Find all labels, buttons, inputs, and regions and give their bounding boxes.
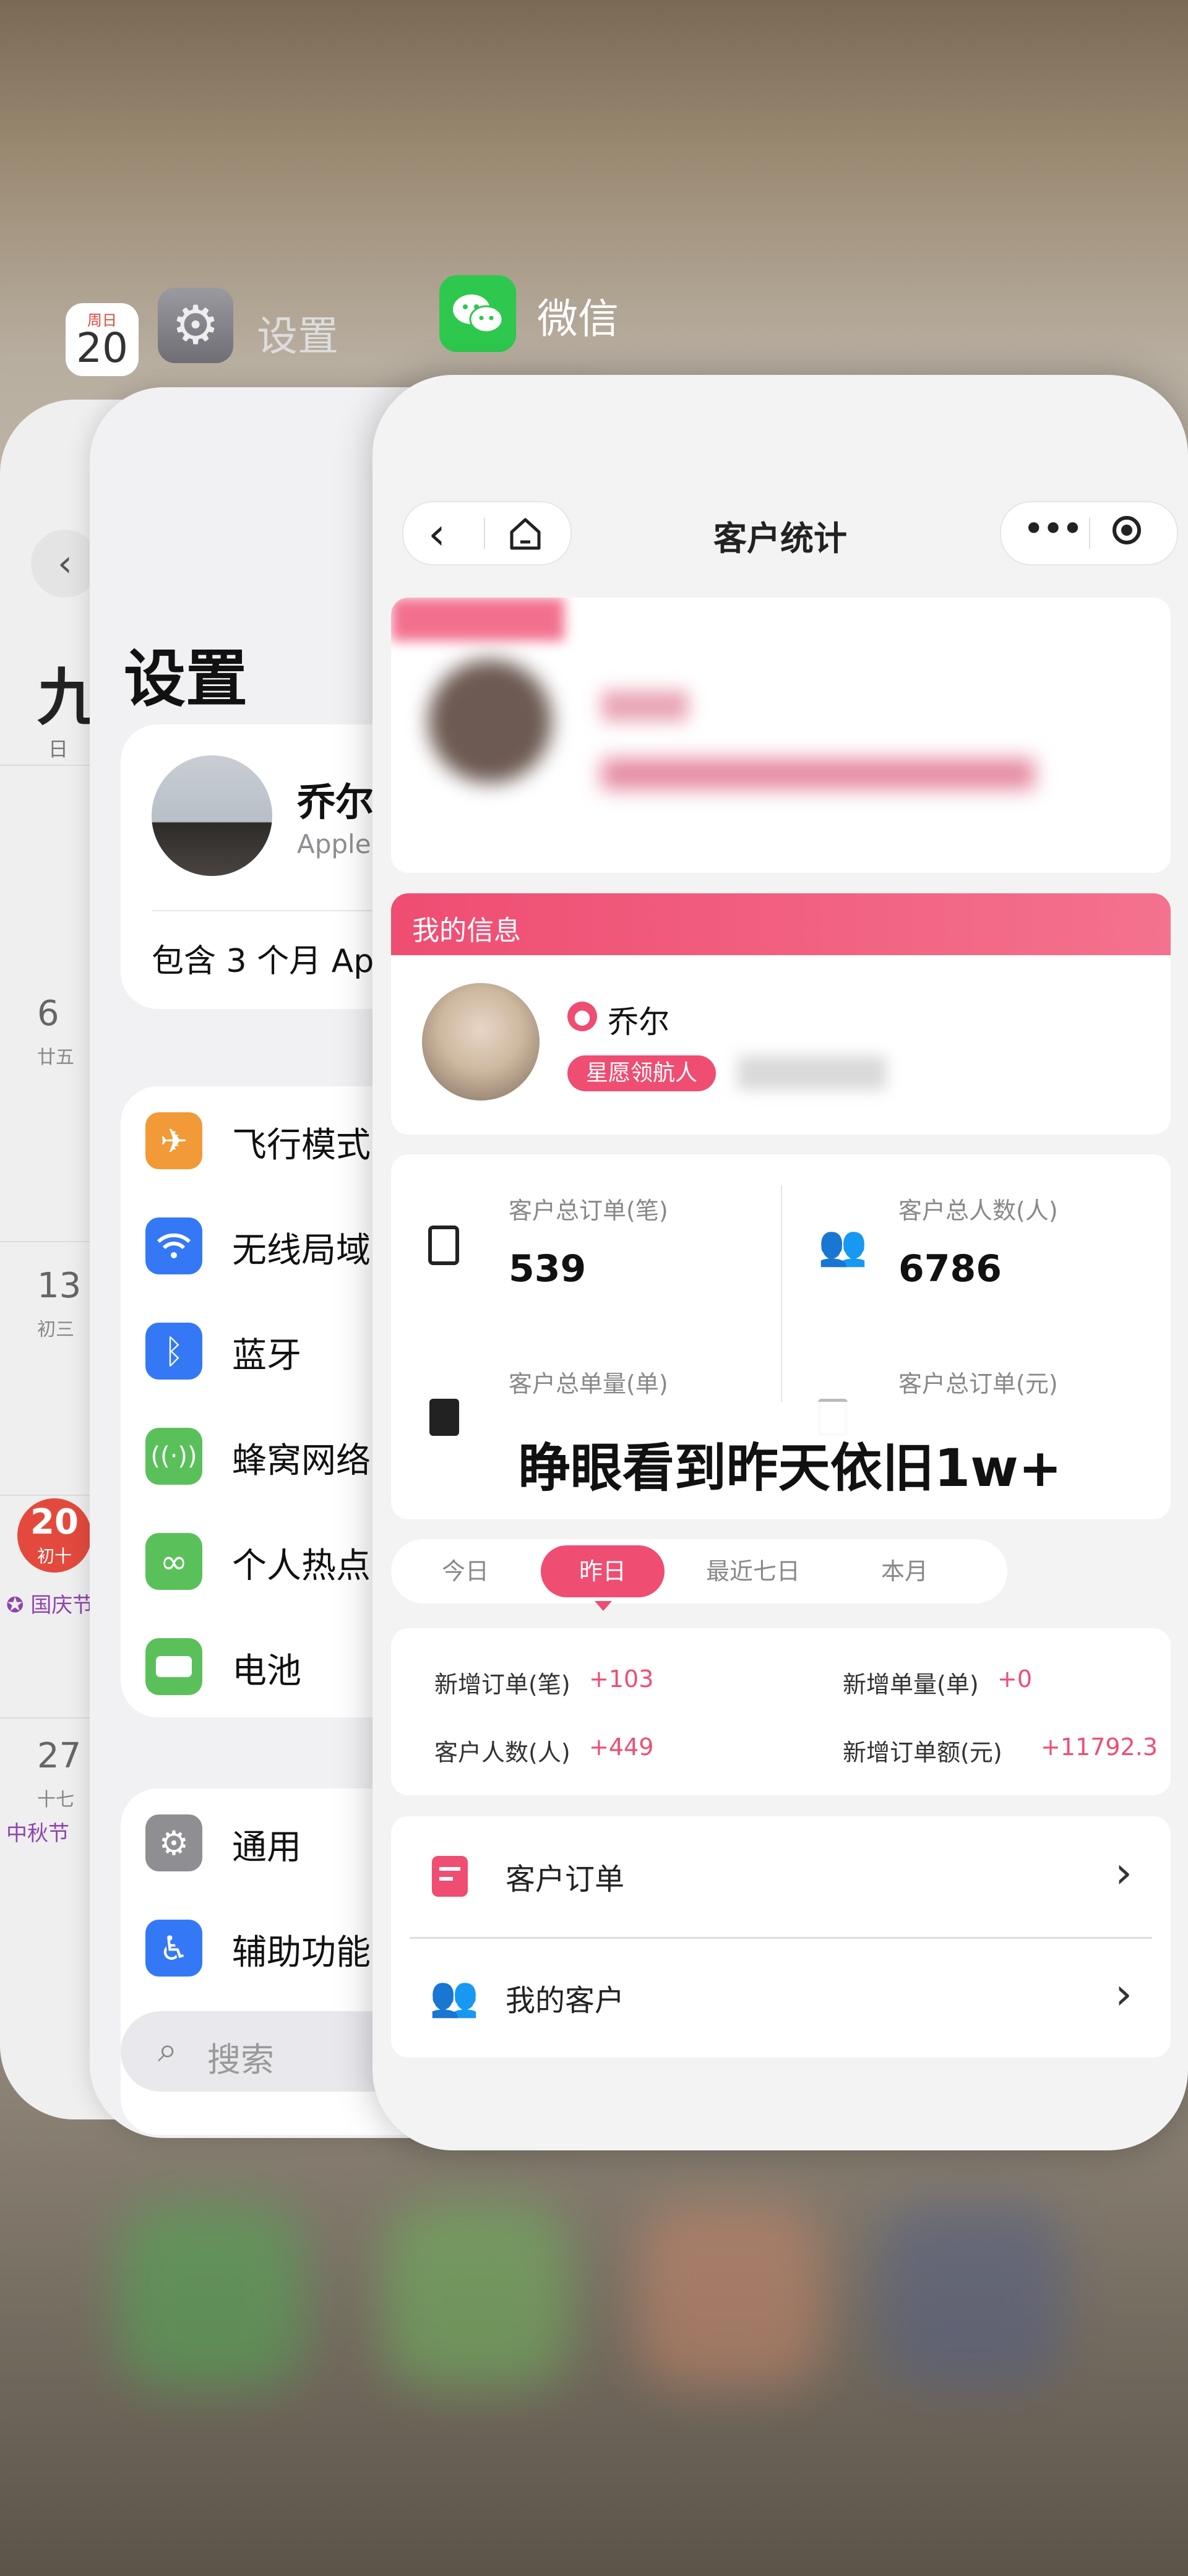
settings-item-label: 个人热点 [232, 1546, 371, 1586]
dock-blur-1 [118, 2202, 303, 2388]
order-icon [432, 1856, 468, 1897]
lunar-date: 初十 [37, 1546, 72, 1566]
battery-icon [145, 1638, 202, 1695]
clipboard-icon [429, 1399, 459, 1436]
date-number: 13 [37, 1266, 82, 1306]
stat-label: 客户总人数(人) [898, 1197, 1058, 1224]
period-label: 新增订单额(元) [843, 1739, 1002, 1766]
profile-name: 乔尔 [297, 779, 374, 825]
dock-blur-4 [879, 2202, 1064, 2388]
wechat-card[interactable]: ‹ 客户统计 ••• 我的信息 ● 乔尔 星愿领航人 客户总订单(笔) 539 … [372, 375, 1188, 2150]
wechat-bubbles-icon [453, 294, 504, 333]
user-badge: 星愿领航人 [567, 1055, 717, 1091]
close-target-icon[interactable] [1113, 516, 1141, 544]
settings-title: 设置 [124, 643, 248, 715]
stat-label: 客户总订单(笔) [509, 1197, 668, 1224]
user-name: 乔尔 [608, 1004, 669, 1040]
accessibility-icon: ♿ [145, 1920, 202, 1977]
bluetooth-icon: ᛒ [145, 1323, 202, 1380]
wechat-switcher-title[interactable]: 微信 [537, 286, 619, 345]
settings-item-label: 电池 [232, 1651, 301, 1691]
stat-label: 客户总单量(单) [509, 1370, 668, 1397]
nav-right-capsule: ••• [1000, 501, 1178, 565]
settings-item-label: 无线局域 [232, 1230, 371, 1271]
people-group-icon: 👥 [818, 1223, 867, 1269]
promo-text[interactable]: 包含 3 个月 Ap [152, 935, 374, 981]
overlay-caption: 睁眼看到昨天依旧1w+ [465, 1402, 1115, 1507]
avatar [152, 755, 272, 876]
holiday-label: 国庆节 [30, 1593, 94, 1618]
gear-icon: ⚙ [145, 1814, 202, 1871]
menu-panel: 客户订单 › 👥 我的客户 › [391, 1816, 1171, 2058]
dock-blur-3 [637, 2202, 823, 2388]
stats-panel: 客户总订单(笔) 539 👥 客户总人数(人) 6786 客户总单量(单) 客户… [391, 1154, 1171, 1519]
lunar-date: 初三 [37, 1319, 74, 1341]
blurred-info-panel [391, 598, 1171, 873]
airplane-icon: ✈ [145, 1112, 202, 1169]
lunar-date: 廿五 [37, 1047, 74, 1068]
dock-blur-2 [384, 2202, 569, 2388]
stat-value: 6786 [898, 1247, 1002, 1290]
settings-app-icon[interactable]: ⚙ [158, 288, 233, 363]
holiday-label: 中秋节 [6, 1821, 69, 1846]
star-icon: ✪ [6, 1593, 24, 1618]
order-doc-icon [428, 1226, 459, 1265]
divider [1089, 518, 1090, 549]
my-info-panel: 我的信息 ● 乔尔 星愿领航人 [391, 893, 1171, 1135]
period-stats-panel: 新增订单(笔) +103 新增单量(单) +0 客户人数(人) +449 新增订… [391, 1628, 1171, 1795]
menu-item-my-customers[interactable]: 👥 我的客户 › [391, 1939, 1171, 2058]
settings-item-label: 蓝牙 [232, 1336, 301, 1376]
weekday-header: 日 [48, 737, 69, 761]
chevron-right-icon: › [1115, 1968, 1132, 2019]
period-label: 客户人数(人) [434, 1739, 570, 1766]
wechat-app-icon[interactable] [439, 275, 516, 352]
overlay-caption-text: 睁眼看到昨天依旧1w+ [518, 1438, 1062, 1498]
customers-icon: 👥 [429, 1974, 479, 2020]
wifi-icon [145, 1217, 202, 1274]
settings-switcher-title[interactable]: 设置 [257, 303, 338, 363]
calendar-app-icon[interactable]: 周日 20 [66, 303, 139, 376]
period-value: +103 [589, 1665, 654, 1693]
settings-item-label: 飞行模式 [232, 1125, 371, 1166]
tab-yesterday[interactable]: 昨日 [541, 1545, 665, 1597]
lunar-date: 十七 [37, 1789, 74, 1811]
tab-last-7-days[interactable]: 最近七日 [676, 1545, 830, 1597]
date-number: 6 [37, 994, 59, 1034]
settings-item-label: 蜂窝网络 [232, 1441, 371, 1481]
more-icon[interactable]: ••• [1023, 507, 1083, 551]
back-chevron-icon[interactable]: ‹ [31, 530, 99, 598]
blurred-id [738, 1055, 886, 1090]
tab-today[interactable]: 今日 [403, 1545, 527, 1597]
period-label: 新增订单(笔) [434, 1671, 570, 1698]
search-placeholder: 搜索 [207, 2040, 274, 2079]
active-tab-pointer [595, 1601, 612, 1611]
period-value: +0 [997, 1665, 1033, 1693]
date-number: 20 [30, 1502, 79, 1542]
my-info-label: 我的信息 [412, 915, 521, 947]
menu-item-label: 我的客户 [506, 1983, 625, 2018]
settings-item-label: 通用 [232, 1827, 301, 1868]
hotspot-icon: ∞ [145, 1533, 202, 1590]
calendar-icon-day: 20 [76, 324, 128, 372]
menu-item-label: 客户订单 [506, 1862, 625, 1897]
settings-item-label: 辅助功能 [232, 1933, 371, 1973]
cellular-icon: ((·)) [145, 1428, 202, 1485]
period-value: +449 [589, 1733, 654, 1761]
chevron-right-icon: › [1115, 1847, 1132, 1898]
my-info-header: 我的信息 [391, 893, 1171, 955]
user-icon: ● [567, 1002, 597, 1031]
period-value: +11792.3 [1041, 1733, 1158, 1761]
date-number: 27 [37, 1736, 82, 1776]
search-icon: ⌕ [158, 2030, 178, 2070]
stat-value: 539 [509, 1247, 587, 1290]
tab-this-month[interactable]: 本月 [843, 1545, 966, 1597]
menu-item-customer-orders[interactable]: 客户订单 › [391, 1816, 1171, 1937]
holiday-badge: ✪ 国庆节 [6, 1588, 93, 1618]
period-label: 新增单量(单) [843, 1671, 979, 1698]
period-tabs: 今日 昨日 最近七日 本月 [391, 1539, 1007, 1611]
avatar [422, 983, 540, 1101]
stat-label: 客户总订单(元) [898, 1370, 1058, 1397]
